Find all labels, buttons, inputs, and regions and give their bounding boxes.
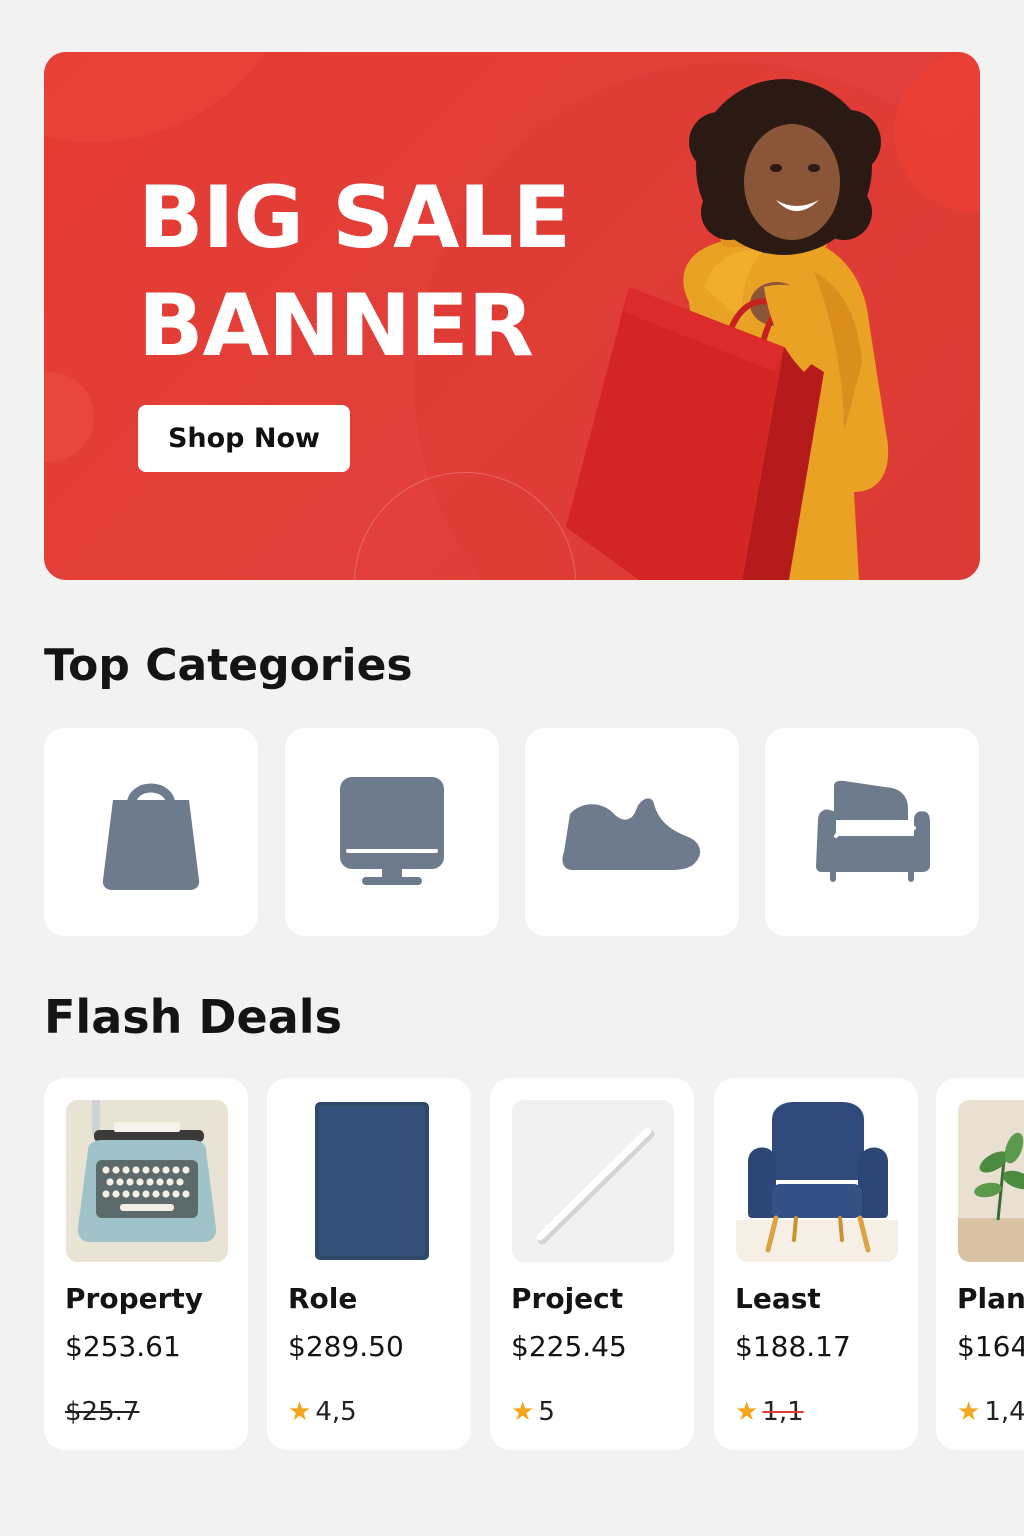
deal-card[interactable]: Role $289.50 ★ 4,5 xyxy=(267,1078,471,1450)
category-card-electronics[interactable] xyxy=(285,728,499,936)
deal-old-price-row: $25.7 xyxy=(65,1396,139,1428)
deal-rating: 4,5 xyxy=(315,1397,357,1427)
typewriter-product-image xyxy=(66,1100,228,1262)
deal-name: Project xyxy=(511,1282,624,1315)
deal-old-price: $25.7 xyxy=(65,1397,140,1427)
deal-card[interactable]: Plant $164 ★ 1,4 xyxy=(936,1078,1024,1450)
flash-deals-title: Flash Deals xyxy=(44,990,342,1044)
star-icon: ★ xyxy=(511,1397,535,1427)
deal-rating-row: ★ 4,5 xyxy=(288,1396,357,1428)
deal-price: $188.17 xyxy=(735,1330,851,1363)
banner-hero-image xyxy=(566,79,889,580)
deal-rating-row: ★ 5 xyxy=(511,1396,555,1428)
promo-banner: BIG SALE BANNER Shop Now xyxy=(44,52,980,580)
deal-name: Role xyxy=(288,1282,358,1315)
star-icon: ★ xyxy=(957,1397,981,1427)
deal-card[interactable]: Project $225.45 ★ 5 xyxy=(490,1078,694,1450)
shopping-bag-icon xyxy=(102,783,200,890)
category-card-bags[interactable] xyxy=(44,728,258,936)
stylus-product-image xyxy=(512,1100,674,1262)
banner-title: BIG SALE BANNER xyxy=(138,168,571,376)
banner-decoration xyxy=(44,372,94,462)
banner-decoration xyxy=(44,52,304,142)
deal-rating-row: ★ 1,4 xyxy=(957,1396,1024,1428)
star-icon: ★ xyxy=(735,1397,759,1427)
monitor-icon xyxy=(340,777,444,885)
deal-card[interactable]: Least $188.17 ★ 1,1 xyxy=(714,1078,918,1450)
deal-card[interactable]: Property $253.61 $25.7 xyxy=(44,1078,248,1450)
notebook-product-image xyxy=(289,1100,451,1262)
category-card-furniture[interactable] xyxy=(765,728,979,936)
star-icon: ★ xyxy=(288,1397,312,1427)
sneaker-icon xyxy=(562,798,701,870)
deal-rating: 1,1 xyxy=(762,1397,804,1427)
armchair-product-image xyxy=(736,1100,898,1262)
deal-price: $225.45 xyxy=(511,1330,627,1363)
deal-rating: 5 xyxy=(538,1397,555,1427)
deal-price: $164 xyxy=(957,1330,1024,1363)
sofa-icon xyxy=(816,780,930,882)
deal-name: Plant xyxy=(957,1282,1024,1315)
top-categories-title: Top Categories xyxy=(44,640,413,691)
deal-rating-row: ★ 1,1 xyxy=(735,1396,804,1428)
category-card-shoes[interactable] xyxy=(525,728,739,936)
deal-name: Property xyxy=(65,1282,204,1315)
shop-now-button[interactable]: Shop Now xyxy=(138,405,350,472)
plant-product-image xyxy=(958,1100,1024,1262)
deal-price: $289.50 xyxy=(288,1330,404,1363)
deal-name: Least xyxy=(735,1282,821,1315)
deal-rating: 1,4 xyxy=(984,1397,1024,1427)
deal-price: $253.61 xyxy=(65,1330,181,1363)
